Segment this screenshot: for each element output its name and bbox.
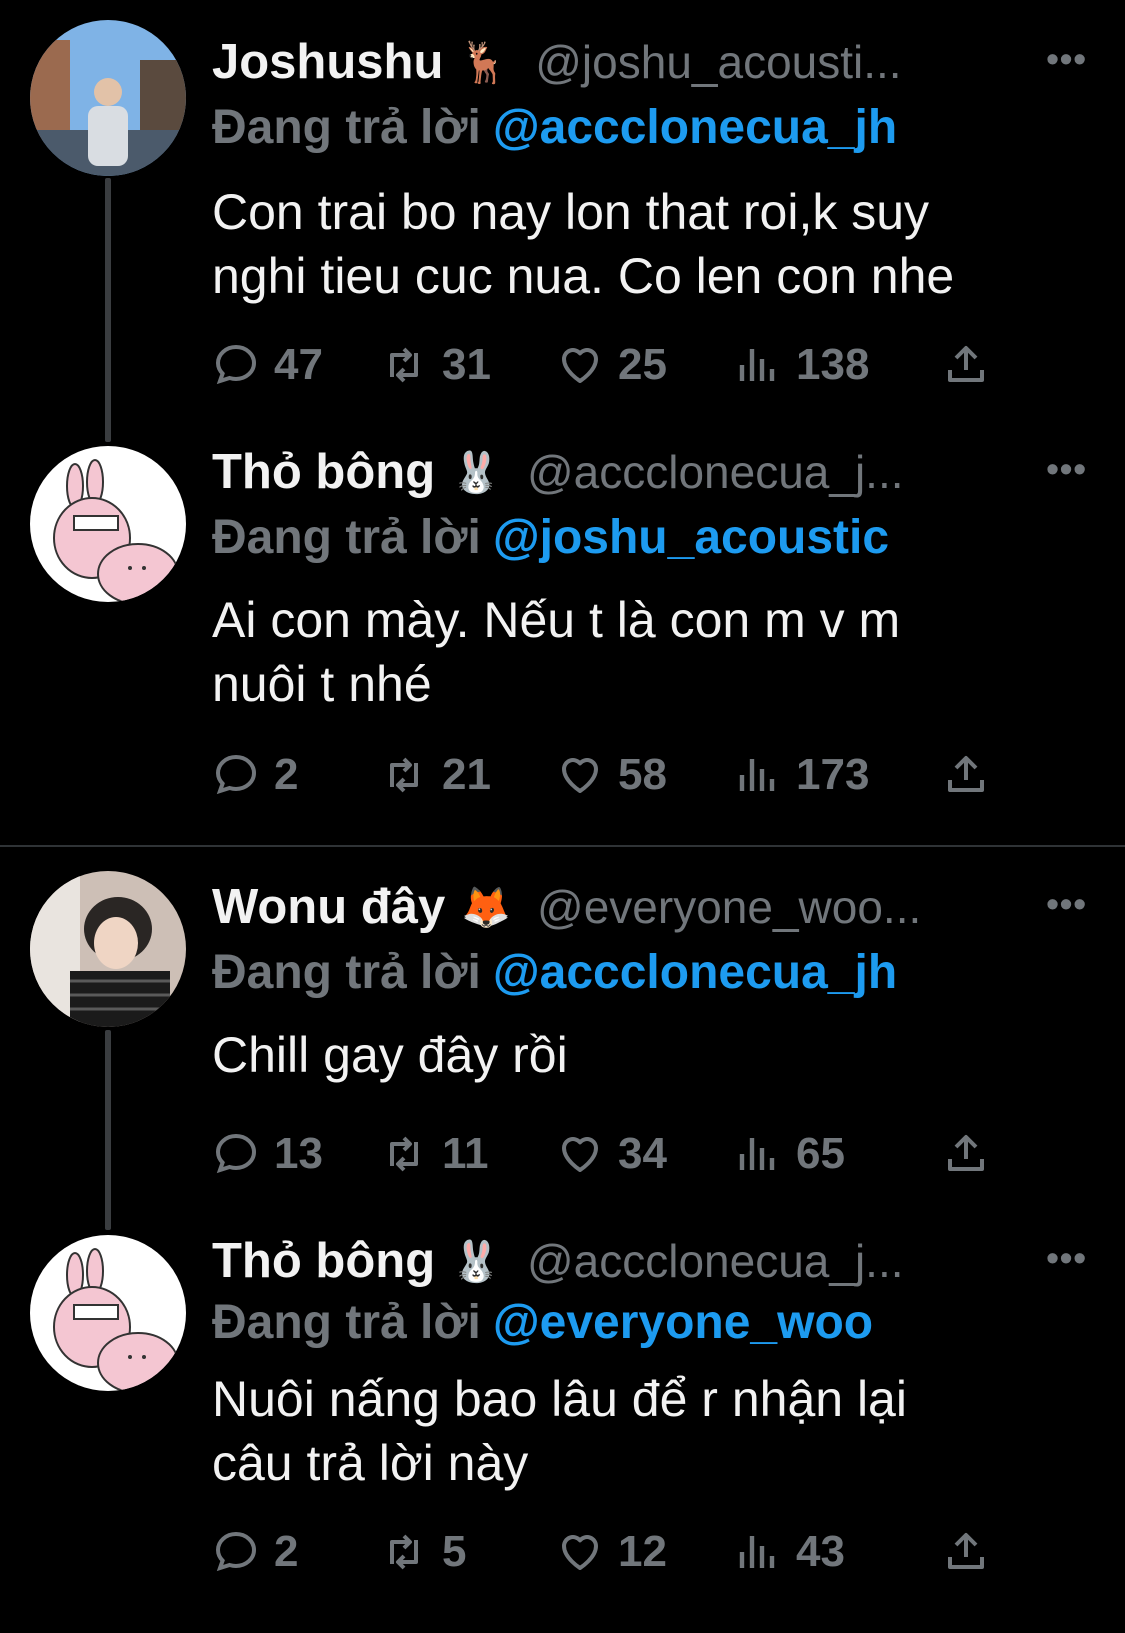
display-name[interactable]: Thỏ bông: [212, 1233, 435, 1289]
tweet[interactable]: Thỏ bông 🐰 @accclonecua_j... ••• Đang tr…: [0, 430, 1125, 845]
reply-label: Đang trả lời: [212, 511, 481, 564]
reply-button[interactable]: 13: [212, 1129, 323, 1179]
rabbit-emoji: 🐰: [451, 450, 501, 495]
tweet-text-line: câu trả lời này: [212, 1435, 529, 1491]
retweet-icon: [390, 757, 418, 793]
display-name[interactable]: Wonu đây: [212, 879, 445, 935]
views-count: 65: [796, 1129, 845, 1178]
retweet-icon: [390, 1136, 418, 1172]
retweet-button[interactable]: 21: [380, 750, 491, 800]
user-handle[interactable]: @joshu_acousti...: [535, 35, 901, 89]
share-icon: [948, 346, 984, 382]
avatar[interactable]: [30, 1235, 186, 1391]
share-icon: [948, 1533, 984, 1569]
tweet[interactable]: Wonu đây 🦊 @everyone_woo... ••• Đang trả…: [0, 847, 1125, 1227]
share-button[interactable]: [942, 1129, 1004, 1177]
like-count: 12: [618, 1527, 667, 1576]
tweet-text: Chill gay đây rồi: [212, 1023, 1092, 1087]
heart-icon: [562, 1535, 598, 1570]
tweet-text-line: Chill gay đây rồi: [212, 1027, 568, 1083]
reply-icon: [215, 344, 257, 385]
reply-count: 2: [274, 750, 299, 799]
user-handle[interactable]: @accclonecua_j...: [527, 1234, 904, 1288]
retweet-button[interactable]: 31: [380, 340, 491, 390]
reply-icon: [215, 754, 257, 795]
tweet[interactable]: Joshushu 🦌 @joshu_acousti... ••• Đang tr…: [0, 0, 1125, 430]
views-count: 138: [796, 340, 870, 389]
more-options-icon[interactable]: •••: [1046, 448, 1087, 490]
more-options-icon[interactable]: •••: [1046, 1237, 1087, 1279]
heart-icon: [562, 348, 598, 383]
reply-mention[interactable]: @accclonecua_jh: [493, 946, 897, 999]
retweet-count: 21: [442, 750, 491, 799]
share-button[interactable]: [942, 750, 1004, 798]
more-options-icon[interactable]: •••: [1046, 38, 1087, 80]
views-count: 43: [796, 1527, 845, 1576]
avatar[interactable]: [30, 446, 186, 602]
reply-mention[interactable]: @joshu_acoustic: [493, 511, 889, 564]
reply-count: 13: [274, 1129, 323, 1178]
like-count: 34: [618, 1129, 667, 1178]
retweet-button[interactable]: 11: [380, 1129, 489, 1179]
like-button[interactable]: 34: [556, 1129, 667, 1179]
display-name[interactable]: Thỏ bông: [212, 444, 435, 500]
fox-emoji: 🦊: [461, 885, 512, 930]
analytics-icon: [739, 1536, 775, 1568]
share-icon: [948, 1135, 984, 1171]
reply-mention[interactable]: @accclonecua_jh: [493, 101, 897, 154]
like-button[interactable]: 25: [556, 340, 667, 390]
retweet-icon: [390, 1534, 418, 1570]
views-button[interactable]: 138: [734, 340, 869, 390]
views-count: 173: [796, 750, 870, 799]
reply-button[interactable]: 2: [212, 1527, 298, 1577]
deer-emoji: 🦌: [459, 40, 510, 85]
retweet-icon: [390, 347, 418, 383]
tweet-text-line: nghi tieu cuc nua. Co len con nhe: [212, 248, 955, 304]
rabbit-emoji: 🐰: [451, 1239, 501, 1284]
like-count: 58: [618, 750, 667, 799]
tweet-text: Con trai bo nay lon that roi,k suy nghi …: [212, 180, 1092, 308]
like-count: 25: [618, 340, 667, 389]
analytics-icon: [739, 759, 775, 791]
views-button[interactable]: 173: [734, 750, 869, 800]
more-options-icon[interactable]: •••: [1046, 883, 1087, 925]
reply-label: Đang trả lời: [212, 101, 481, 154]
retweet-count: 5: [442, 1527, 467, 1576]
share-icon: [948, 756, 984, 792]
reply-count: 47: [274, 340, 323, 389]
retweet-button[interactable]: 5: [380, 1527, 466, 1577]
avatar[interactable]: [30, 20, 186, 176]
heart-icon: [562, 758, 598, 793]
reply-count: 2: [274, 1527, 299, 1576]
user-handle[interactable]: @accclonecua_j...: [527, 445, 904, 499]
share-button[interactable]: [942, 340, 1004, 388]
tweet-text-line: Nuôi nấng bao lâu để r nhận lại: [212, 1371, 907, 1427]
tweet-text-line: Ai con mày. Nếu t là con m v m: [212, 592, 901, 648]
tweet-text-line: nuôi t nhé: [212, 656, 432, 712]
reply-label: Đang trả lời: [212, 1296, 481, 1349]
tweet-text: Nuôi nấng bao lâu để r nhận lại câu trả …: [212, 1367, 1092, 1495]
like-button[interactable]: 58: [556, 750, 667, 800]
reply-button[interactable]: 47: [212, 340, 323, 390]
views-button[interactable]: 65: [734, 1129, 845, 1179]
reply-icon: [215, 1133, 257, 1174]
heart-icon: [562, 1137, 598, 1172]
views-button[interactable]: 43: [734, 1527, 845, 1577]
analytics-icon: [739, 1138, 775, 1170]
tweet-text-line: Con trai bo nay lon that roi,k suy: [212, 184, 930, 240]
like-button[interactable]: 12: [556, 1527, 667, 1577]
analytics-icon: [739, 349, 775, 381]
reply-icon: [215, 1531, 257, 1572]
retweet-count: 11: [442, 1129, 489, 1178]
tweet-text: Ai con mày. Nếu t là con m v m nuôi t nh…: [212, 588, 1092, 716]
retweet-count: 31: [442, 340, 491, 389]
avatar[interactable]: [30, 871, 186, 1027]
display-name[interactable]: Joshushu: [212, 34, 443, 90]
user-handle[interactable]: @everyone_woo...: [537, 880, 921, 934]
share-button[interactable]: [942, 1527, 1004, 1575]
reply-button[interactable]: 2: [212, 750, 298, 800]
tweet[interactable]: Thỏ bông 🐰 @accclonecua_j... ••• Đang tr…: [0, 1227, 1125, 1633]
reply-label: Đang trả lời: [212, 946, 481, 999]
reply-mention[interactable]: @everyone_woo: [493, 1296, 873, 1349]
